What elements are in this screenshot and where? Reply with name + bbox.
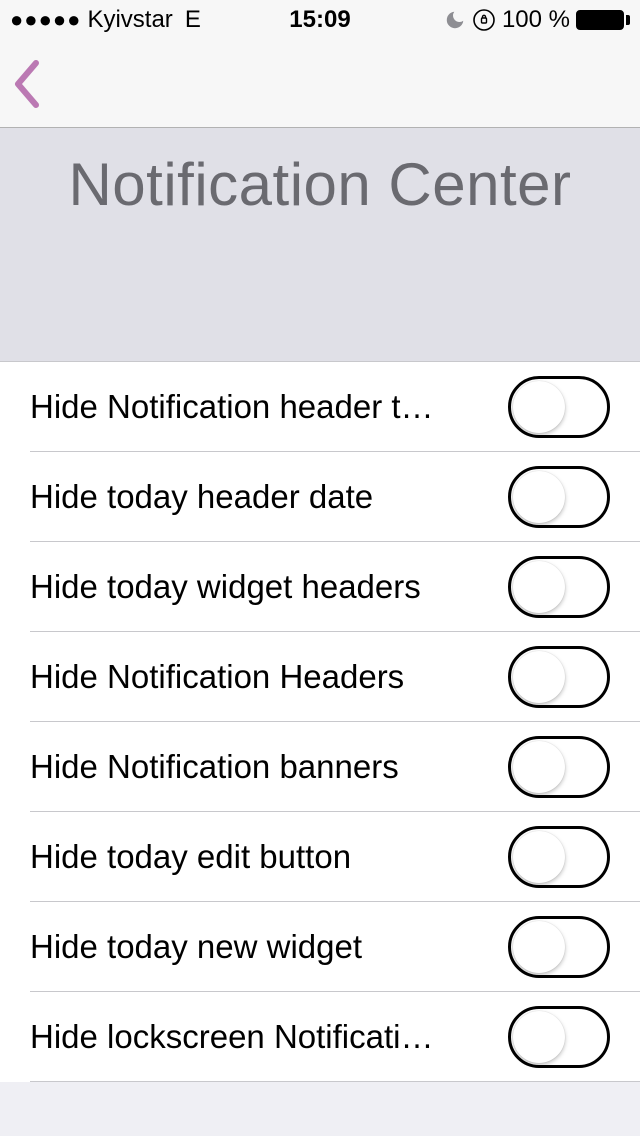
setting-label: Hide today header date bbox=[30, 478, 373, 516]
setting-row-hide-today-edit-button[interactable]: Hide today edit button bbox=[0, 812, 640, 902]
toggle-switch[interactable] bbox=[508, 1006, 610, 1068]
status-bar: ●●●●● Kyivstar E 15:09 100 % bbox=[0, 0, 640, 40]
orientation-lock-icon bbox=[472, 8, 496, 32]
setting-row-hide-today-widget-headers[interactable]: Hide today widget headers bbox=[0, 542, 640, 632]
toggle-switch[interactable] bbox=[508, 736, 610, 798]
setting-row-hide-today-new-widget[interactable]: Hide today new widget bbox=[0, 902, 640, 992]
footer-spacer bbox=[0, 1082, 640, 1122]
battery-icon bbox=[576, 10, 630, 30]
toggle-switch[interactable] bbox=[508, 646, 610, 708]
toggle-knob bbox=[513, 381, 565, 433]
nav-bar bbox=[0, 40, 640, 128]
toggle-knob bbox=[513, 651, 565, 703]
back-button[interactable] bbox=[12, 59, 44, 109]
toggle-knob bbox=[513, 921, 565, 973]
toggle-switch[interactable] bbox=[508, 556, 610, 618]
setting-row-hide-today-header-date[interactable]: Hide today header date bbox=[0, 452, 640, 542]
network-type-label: E bbox=[185, 6, 201, 34]
toggle-knob bbox=[513, 471, 565, 523]
status-left: ●●●●● Kyivstar E bbox=[10, 6, 201, 34]
setting-label: Hide today new widget bbox=[30, 928, 362, 966]
toggle-knob bbox=[513, 1011, 565, 1063]
settings-list: Hide Notification header tabs Hide today… bbox=[0, 362, 640, 1082]
do-not-disturb-icon bbox=[444, 9, 466, 31]
toggle-switch[interactable] bbox=[508, 376, 610, 438]
toggle-switch[interactable] bbox=[508, 826, 610, 888]
setting-label: Hide lockscreen Notification… bbox=[30, 1018, 450, 1056]
signal-strength-icon: ●●●●● bbox=[10, 7, 81, 33]
section-header: Notification Center bbox=[0, 128, 640, 362]
toggle-switch[interactable] bbox=[508, 466, 610, 528]
carrier-label: Kyivstar bbox=[87, 6, 172, 34]
setting-row-hide-lockscreen-notification[interactable]: Hide lockscreen Notification… bbox=[0, 992, 640, 1082]
page-title: Notification Center bbox=[0, 150, 640, 219]
setting-label: Hide Notification Headers bbox=[30, 658, 404, 696]
clock-label: 15:09 bbox=[289, 6, 350, 34]
status-right: 100 % bbox=[444, 6, 630, 34]
setting-row-hide-notification-header-tabs[interactable]: Hide Notification header tabs bbox=[0, 362, 640, 452]
setting-row-hide-notification-headers[interactable]: Hide Notification Headers bbox=[0, 632, 640, 722]
toggle-knob bbox=[513, 741, 565, 793]
toggle-knob bbox=[513, 831, 565, 883]
setting-row-hide-notification-banners[interactable]: Hide Notification banners bbox=[0, 722, 640, 812]
toggle-knob bbox=[513, 561, 565, 613]
setting-label: Hide today widget headers bbox=[30, 568, 421, 606]
toggle-switch[interactable] bbox=[508, 916, 610, 978]
battery-percent-label: 100 % bbox=[502, 6, 570, 34]
setting-label: Hide today edit button bbox=[30, 838, 351, 876]
setting-label: Hide Notification banners bbox=[30, 748, 399, 786]
setting-label: Hide Notification header tabs bbox=[30, 388, 450, 426]
